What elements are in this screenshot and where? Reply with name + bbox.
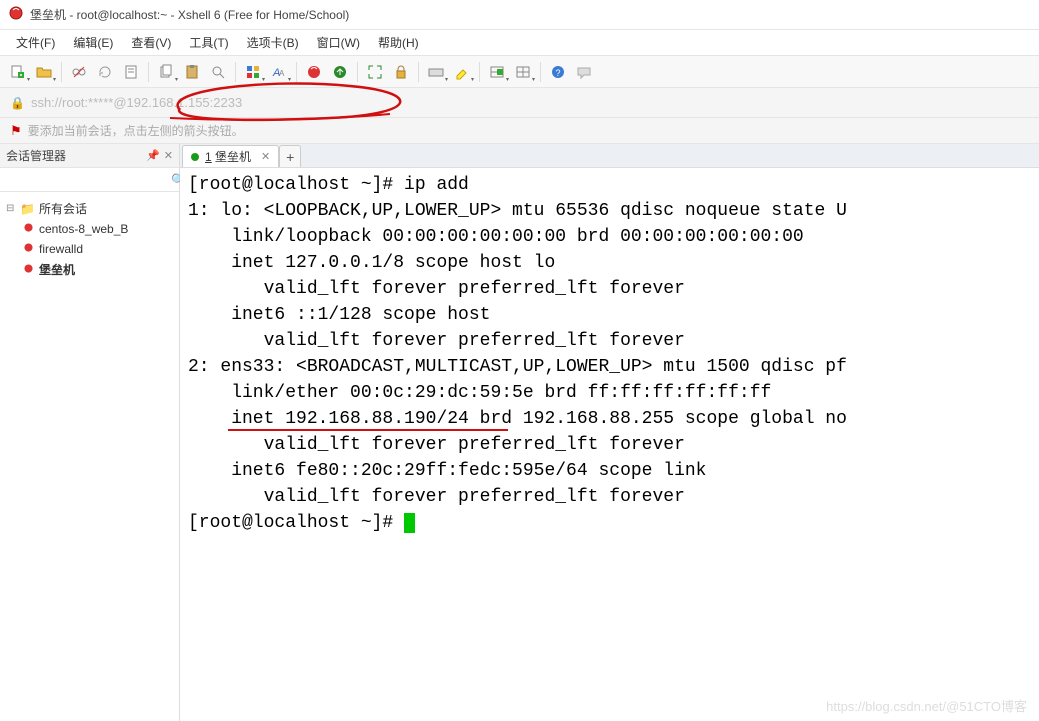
title-bar: 堡垒机 - root@localhost:~ - Xshell 6 (Free … (0, 0, 1039, 30)
session-label: firewalld (39, 242, 83, 256)
menu-bar: 文件(F) 编辑(E) 查看(V) 工具(T) 选项卡(B) 窗口(W) 帮助(… (0, 30, 1039, 56)
session-item[interactable]: centos-8_web_B (4, 219, 175, 239)
terminal-line: link/ether 00:0c:29:dc:59:5e brd ff:ff:f… (188, 380, 1031, 406)
menu-tools[interactable]: 工具(T) (181, 31, 236, 54)
tab-index: 1 (205, 150, 212, 164)
toolbar: AA ? (0, 56, 1039, 88)
menu-view[interactable]: 查看(V) (123, 31, 179, 54)
xagent-button[interactable] (302, 60, 326, 84)
terminal-line: inet 127.0.0.1/8 scope host lo (188, 250, 1031, 276)
terminal-line: link/loopback 00:00:00:00:00:00 brd 00:0… (188, 224, 1031, 250)
layout-grid-button[interactable] (511, 60, 535, 84)
terminal-line: valid_lft forever preferred_lft forever (188, 328, 1031, 354)
terminal[interactable]: [root@localhost ~]# ip add1: lo: <LOOPBA… (180, 168, 1039, 721)
session-label: 堡垒机 (39, 261, 75, 278)
hint-text: 要添加当前会话，点击左侧的箭头按钮。 (28, 122, 244, 139)
toolbar-separator (418, 62, 419, 82)
terminal-line: [root@localhost ~]# (188, 510, 1031, 536)
terminal-line: valid_lft forever preferred_lft forever (188, 484, 1031, 510)
toolbar-separator (479, 62, 480, 82)
fullscreen-button[interactable] (363, 60, 387, 84)
session-search-input[interactable] (4, 171, 167, 189)
session-item[interactable]: firewalld (4, 239, 175, 259)
highlight-button[interactable] (450, 60, 474, 84)
reconnect-button[interactable] (93, 60, 117, 84)
terminal-line: 1: lo: <LOOPBACK,UP,LOWER_UP> mtu 65536 … (188, 198, 1031, 224)
copy-button[interactable] (154, 60, 178, 84)
terminal-area: 1 堡垒机 ✕ + [root@localhost ~]# ip add1: l… (180, 144, 1039, 721)
terminal-line: inet6 ::1/128 scope host (188, 302, 1031, 328)
properties-button[interactable] (119, 60, 143, 84)
terminal-line: inet6 fe80::20c:29ff:fedc:595e/64 scope … (188, 458, 1031, 484)
session-tree: ⊟ 📁 所有会话 centos-8_web_B firewalld 堡垒机 (0, 192, 179, 286)
session-icon (22, 241, 35, 257)
toolbar-separator (540, 62, 541, 82)
tab-add-button[interactable]: + (279, 145, 301, 167)
paste-button[interactable] (180, 60, 204, 84)
color-scheme-button[interactable] (241, 60, 265, 84)
tree-root[interactable]: ⊟ 📁 所有会话 (4, 198, 175, 219)
menu-help[interactable]: 帮助(H) (370, 31, 427, 54)
layout-horizontal-button[interactable] (485, 60, 509, 84)
menu-window[interactable]: 窗口(W) (309, 31, 368, 54)
session-manager-title: 会话管理器 (6, 147, 66, 164)
open-session-button[interactable] (32, 60, 56, 84)
terminal-line: valid_lft forever preferred_lft forever (188, 276, 1031, 302)
toolbar-separator (61, 62, 62, 82)
svg-text:?: ? (556, 68, 561, 78)
tab-bar: 1 堡垒机 ✕ + (180, 144, 1039, 168)
tree-root-label: 所有会话 (39, 200, 87, 217)
terminal-line: 2: ens33: <BROADCAST,MULTICAST,UP,LOWER_… (188, 354, 1031, 380)
toolbar-separator (357, 62, 358, 82)
folder-icon: 📁 (20, 202, 35, 216)
font-button[interactable]: AA (267, 60, 291, 84)
session-manager-pane: 会话管理器 📌 ✕ 🔍 ⊟ 📁 所有会话 centos-8_web_B fire… (0, 144, 180, 721)
lock-button[interactable] (389, 60, 413, 84)
keyboard-button[interactable] (424, 60, 448, 84)
session-icon (22, 262, 35, 278)
svg-text:A: A (279, 69, 285, 78)
session-item-active[interactable]: 堡垒机 (4, 259, 175, 280)
xftp-button[interactable] (328, 60, 352, 84)
terminal-line: valid_lft forever preferred_lft forever (188, 432, 1031, 458)
menu-file[interactable]: 文件(F) (8, 31, 63, 54)
address-url: ssh://root:*****@192.168.1.155:2233 (31, 95, 242, 110)
close-icon[interactable]: ✕ (164, 149, 173, 162)
menu-tabs[interactable]: 选项卡(B) (239, 31, 307, 54)
new-session-button[interactable] (6, 60, 30, 84)
session-label: centos-8_web_B (39, 222, 128, 236)
toolbar-separator (235, 62, 236, 82)
session-manager-header: 会话管理器 📌 ✕ (0, 144, 179, 168)
hint-bar: ⚑ 要添加当前会话，点击左侧的箭头按钮。 (0, 118, 1039, 144)
menu-edit[interactable]: 编辑(E) (65, 31, 121, 54)
app-icon (8, 5, 24, 24)
pin-icon[interactable]: 📌 (146, 149, 160, 162)
lock-icon: 🔒 (10, 96, 25, 110)
tab-close-icon[interactable]: ✕ (261, 150, 270, 163)
toolbar-separator (148, 62, 149, 82)
help-button[interactable]: ? (546, 60, 570, 84)
collapse-icon[interactable]: ⊟ (6, 203, 16, 214)
terminal-line: [root@localhost ~]# ip add (188, 172, 1031, 198)
connected-dot-icon (191, 153, 199, 161)
toolbar-separator (296, 62, 297, 82)
window-title: 堡垒机 - root@localhost:~ - Xshell 6 (Free … (30, 6, 349, 23)
find-button[interactable] (206, 60, 230, 84)
session-search[interactable]: 🔍 (0, 168, 179, 192)
flag-icon: ⚑ (10, 123, 22, 139)
terminal-cursor (404, 513, 415, 533)
support-button[interactable] (572, 60, 596, 84)
tab-session[interactable]: 1 堡垒机 ✕ (182, 145, 279, 167)
disconnect-button[interactable] (67, 60, 91, 84)
tab-label: 堡垒机 (215, 150, 251, 164)
address-bar[interactable]: 🔒 ssh://root:*****@192.168.1.155:2233 (0, 88, 1039, 118)
session-icon (22, 221, 35, 237)
terminal-line: inet 192.168.88.190/24 brd 192.168.88.25… (188, 406, 1031, 432)
work-area: 会话管理器 📌 ✕ 🔍 ⊟ 📁 所有会话 centos-8_web_B fire… (0, 144, 1039, 721)
